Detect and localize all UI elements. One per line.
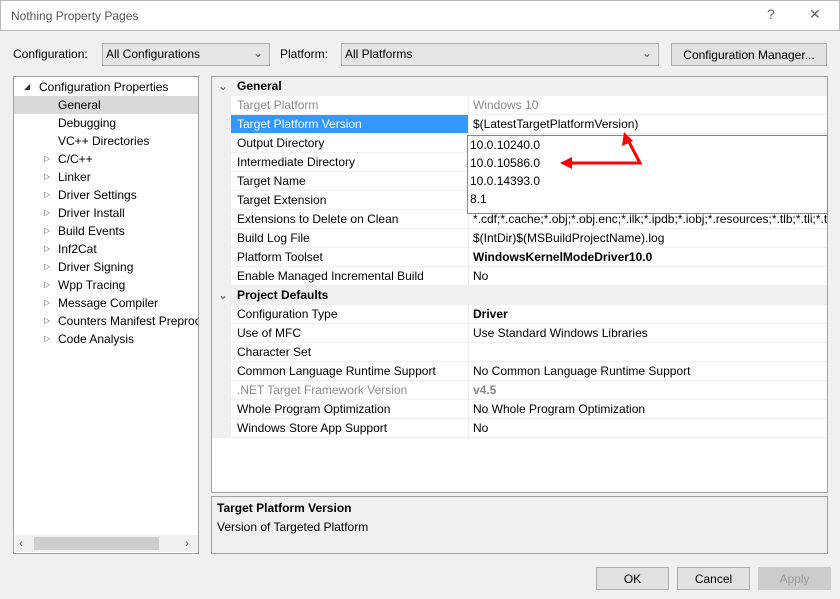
cancel-button[interactable]: Cancel xyxy=(677,567,750,590)
apply-button[interactable]: Apply xyxy=(758,567,831,590)
red-arrow xyxy=(566,139,643,165)
description-title: Target Platform Version xyxy=(217,501,352,515)
arrowhead-left xyxy=(560,157,572,169)
ok-button[interactable]: OK xyxy=(596,567,669,590)
description-panel: Target Platform Version Version of Targe… xyxy=(211,496,828,554)
description-text: Version of Targeted Platform xyxy=(217,520,369,534)
